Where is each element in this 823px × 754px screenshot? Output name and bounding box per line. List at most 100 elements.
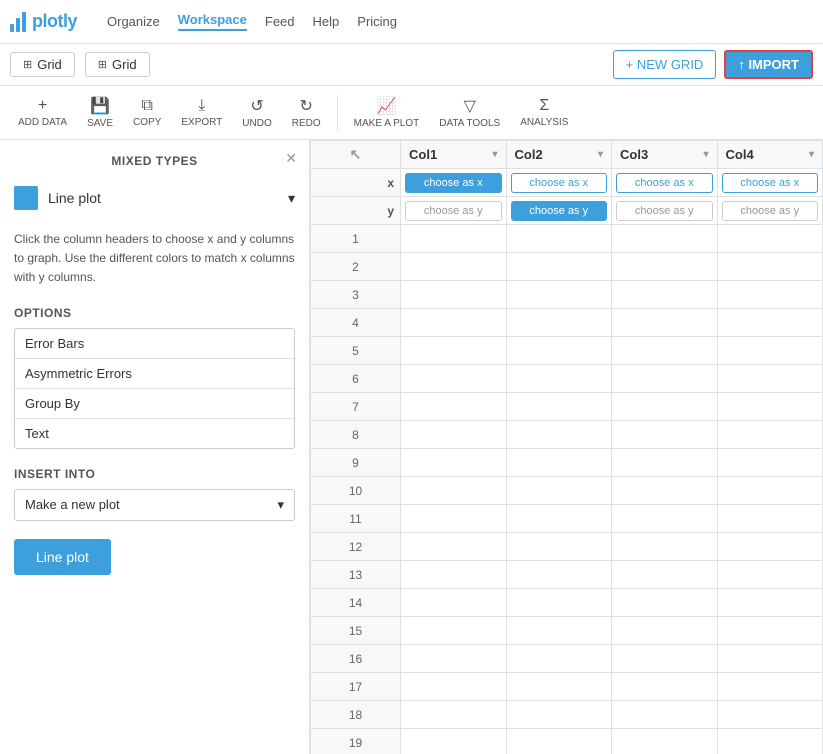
save-button[interactable]: 💾 SAVE <box>79 92 121 133</box>
x-cell-col3[interactable]: choose as x <box>612 169 718 197</box>
table-row: 14 <box>311 589 823 617</box>
grid-icon-1: ⊞ <box>23 58 32 71</box>
export-label: EXPORT <box>181 117 222 128</box>
logo-text: plotly <box>32 11 77 32</box>
import-button[interactable]: ↑ IMPORT <box>724 50 813 79</box>
col1-arrow-icon: ▾ <box>492 149 497 160</box>
plot-color-swatch <box>14 186 38 210</box>
table-row: 6 <box>311 365 823 393</box>
table-row: 16 <box>311 645 823 673</box>
x-cell-col1[interactable]: choose as x <box>401 169 507 197</box>
left-panel: ✕ MIXED TYPES Line plot ▾ Click the colu… <box>0 140 310 754</box>
row-num-4: 4 <box>311 309 401 337</box>
nav-help[interactable]: Help <box>313 14 340 29</box>
table-row: 3 <box>311 281 823 309</box>
nav-workspace[interactable]: Workspace <box>178 12 247 31</box>
toolbar-divider <box>337 95 338 131</box>
logo-icon <box>10 12 26 32</box>
col2-arrow-icon: ▾ <box>598 149 603 160</box>
redo-label: REDO <box>292 118 321 129</box>
row-num-2: 2 <box>311 253 401 281</box>
make-a-plot-button[interactable]: 📈 MAKE A PLOT <box>346 92 428 133</box>
choose-x-col4-button[interactable]: choose as x <box>722 173 819 193</box>
nav-organize[interactable]: Organize <box>107 14 160 29</box>
row-num-8: 8 <box>311 421 401 449</box>
nav-feed[interactable]: Feed <box>265 14 295 29</box>
table-row: 12 <box>311 533 823 561</box>
choose-x-col2-button[interactable]: choose as x <box>511 173 608 193</box>
y-row-label: y <box>311 197 401 225</box>
corner-cell: ↖ <box>311 141 401 169</box>
top-nav: plotly Organize Workspace Feed Help Pric… <box>0 0 823 44</box>
grid-icon-2: ⊞ <box>98 58 107 71</box>
y-cell-col4[interactable]: choose as y <box>717 197 823 225</box>
y-cell-col1[interactable]: choose as y <box>401 197 507 225</box>
copy-button[interactable]: ⧉ COPY <box>125 93 169 132</box>
y-cell-col2[interactable]: choose as y <box>506 197 612 225</box>
x-cell-col2[interactable]: choose as x <box>506 169 612 197</box>
x-cell-col4[interactable]: choose as x <box>717 169 823 197</box>
option-group-by[interactable]: Group By <box>15 389 294 419</box>
col2-label: Col2 <box>515 147 543 162</box>
insert-value: Make a new plot <box>25 497 120 512</box>
funnel-icon: ▽ <box>464 96 476 116</box>
save-icon: 💾 <box>90 96 110 116</box>
dropdown-arrow-icon: ▾ <box>288 190 295 207</box>
export-button[interactable]: ⤓ EXPORT <box>173 93 230 132</box>
table-row: 15 <box>311 617 823 645</box>
option-error-bars[interactable]: Error Bars <box>15 329 294 359</box>
table-row: 2 <box>311 253 823 281</box>
col-header-2[interactable]: Col2 ▾ <box>506 141 612 169</box>
choose-y-col3-button[interactable]: choose as y <box>616 201 713 221</box>
col-header-1[interactable]: Col1 ▾ <box>401 141 507 169</box>
row-num-13: 13 <box>311 561 401 589</box>
row-num-3: 3 <box>311 281 401 309</box>
export-icon: ⤓ <box>198 97 205 115</box>
row-num-11: 11 <box>311 505 401 533</box>
col4-label: Col4 <box>726 147 754 162</box>
table-row: 18 <box>311 701 823 729</box>
nav-pricing[interactable]: Pricing <box>357 14 397 29</box>
table-row: 7 <box>311 393 823 421</box>
logo[interactable]: plotly <box>10 11 77 32</box>
options-label: OPTIONS <box>14 306 295 320</box>
choose-y-col4-button[interactable]: choose as y <box>722 201 819 221</box>
row-num-14: 14 <box>311 589 401 617</box>
sigma-icon: Σ <box>539 97 549 115</box>
row-num-16: 16 <box>311 645 401 673</box>
insert-dropdown[interactable]: Make a new plot ▾ <box>14 489 295 521</box>
choose-x-col1-button[interactable]: choose as x <box>405 173 502 193</box>
copy-icon: ⧉ <box>141 97 152 115</box>
analysis-label: ANALYSIS <box>520 117 568 128</box>
table-row: 13 <box>311 561 823 589</box>
close-button[interactable]: ✕ <box>285 150 297 167</box>
y-cell-col3[interactable]: choose as y <box>612 197 718 225</box>
make-a-plot-label: MAKE A PLOT <box>354 118 420 129</box>
option-asymmetric-errors[interactable]: Asymmetric Errors <box>15 359 294 389</box>
choose-y-col2-button[interactable]: choose as y <box>511 201 608 221</box>
grid-tab-2-label: Grid <box>112 57 137 72</box>
data-tools-button[interactable]: ▽ DATA TOOLS <box>431 92 508 133</box>
copy-label: COPY <box>133 117 161 128</box>
choose-y-col1-button[interactable]: choose as y <box>405 201 502 221</box>
add-data-button[interactable]: + ADD DATA <box>10 93 75 132</box>
table-row: 8 <box>311 421 823 449</box>
grid-tabs-row: ⊞ Grid ⊞ Grid + NEW GRID ↑ IMPORT <box>0 44 823 86</box>
col-header-3[interactable]: Col3 ▾ <box>612 141 718 169</box>
undo-label: UNDO <box>242 118 271 129</box>
choose-x-col3-button[interactable]: choose as x <box>616 173 713 193</box>
grid-tab-2[interactable]: ⊞ Grid <box>85 52 150 77</box>
undo-button[interactable]: ↺ UNDO <box>234 92 279 133</box>
option-text[interactable]: Text <box>15 419 294 448</box>
analysis-button[interactable]: Σ ANALYSIS <box>512 93 576 132</box>
redo-icon: ↻ <box>300 96 313 116</box>
right-table: ↖ Col1 ▾ Col2 ▾ <box>310 140 823 754</box>
col-header-4[interactable]: Col4 ▾ <box>717 141 823 169</box>
redo-button[interactable]: ↻ REDO <box>284 92 329 133</box>
grid-tab-1[interactable]: ⊞ Grid <box>10 52 75 77</box>
insert-dropdown-arrow-icon: ▾ <box>277 497 284 513</box>
line-plot-button[interactable]: Line plot <box>14 539 111 575</box>
new-grid-button[interactable]: + NEW GRID <box>613 50 717 79</box>
data-table: ↖ Col1 ▾ Col2 ▾ <box>310 140 823 754</box>
plot-type-dropdown[interactable]: Line plot ▾ <box>48 190 295 207</box>
